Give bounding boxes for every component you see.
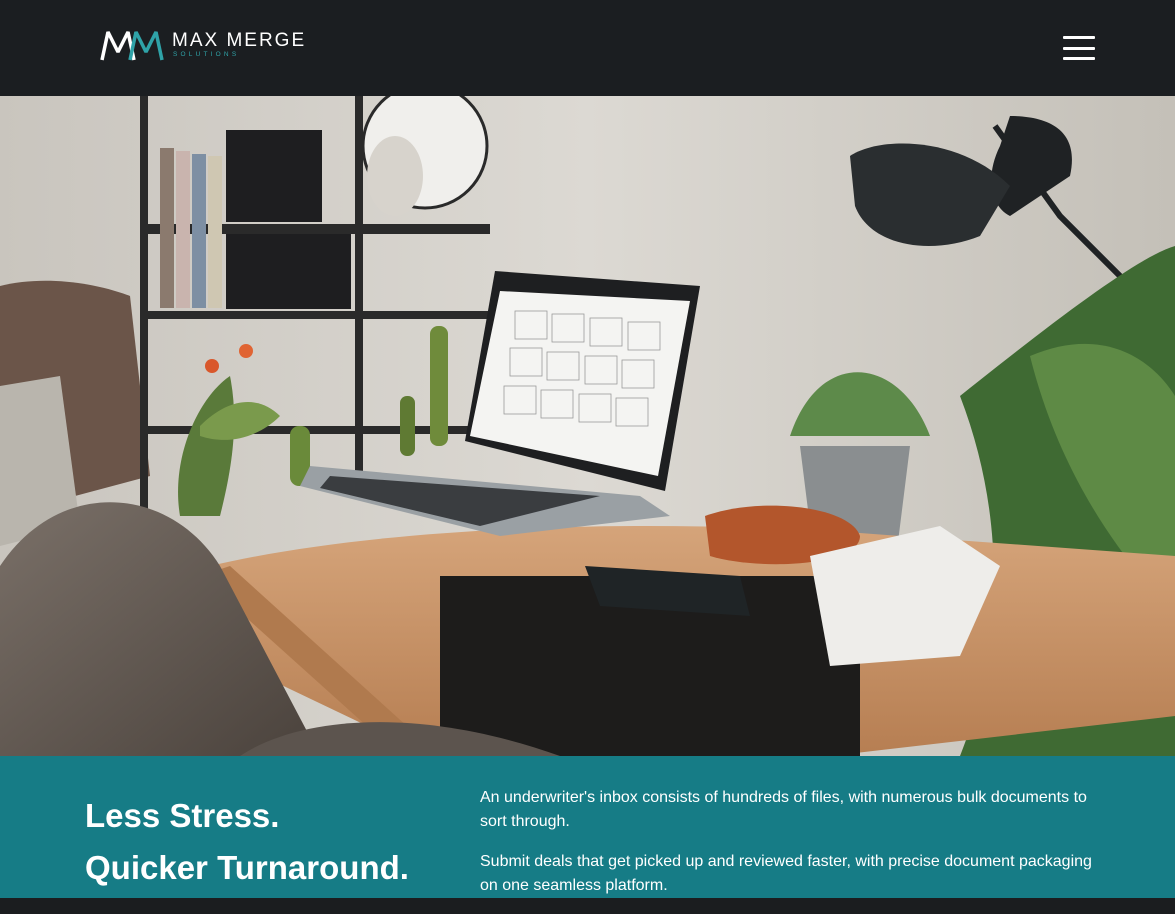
hamburger-menu-icon[interactable] [1061,34,1097,62]
intro-paragraph-1: An underwriter's inbox consists of hundr… [480,789,1087,830]
headline-line-2: Quicker Turnaround. [85,849,409,886]
logo-name: MAX MERGE [172,30,307,52]
intro-paragraph-2: Submit deals that get picked up and revi… [480,853,1092,894]
brand-logo[interactable]: MAX MERGE SOLUTIONS [100,28,306,62]
intro-headline: Less Stress. Quicker Turnaround. [85,790,409,894]
menu-bar-top [1063,36,1095,39]
headline-line-1: Less Stress. [85,797,280,834]
mm-logo-icon [100,31,164,61]
menu-bar-bottom [1063,57,1095,60]
hero-photo [0,96,1175,756]
navbar: MAX MERGE SOLUTIONS [0,0,1175,96]
logo-subtitle: SOLUTIONS [173,51,240,59]
logo-text: MAX MERGE SOLUTIONS [172,31,306,59]
menu-bar-middle [1063,46,1095,50]
intro-description: An underwriter's inbox consists of hundr… [480,786,1095,914]
hero-image [0,96,1175,756]
